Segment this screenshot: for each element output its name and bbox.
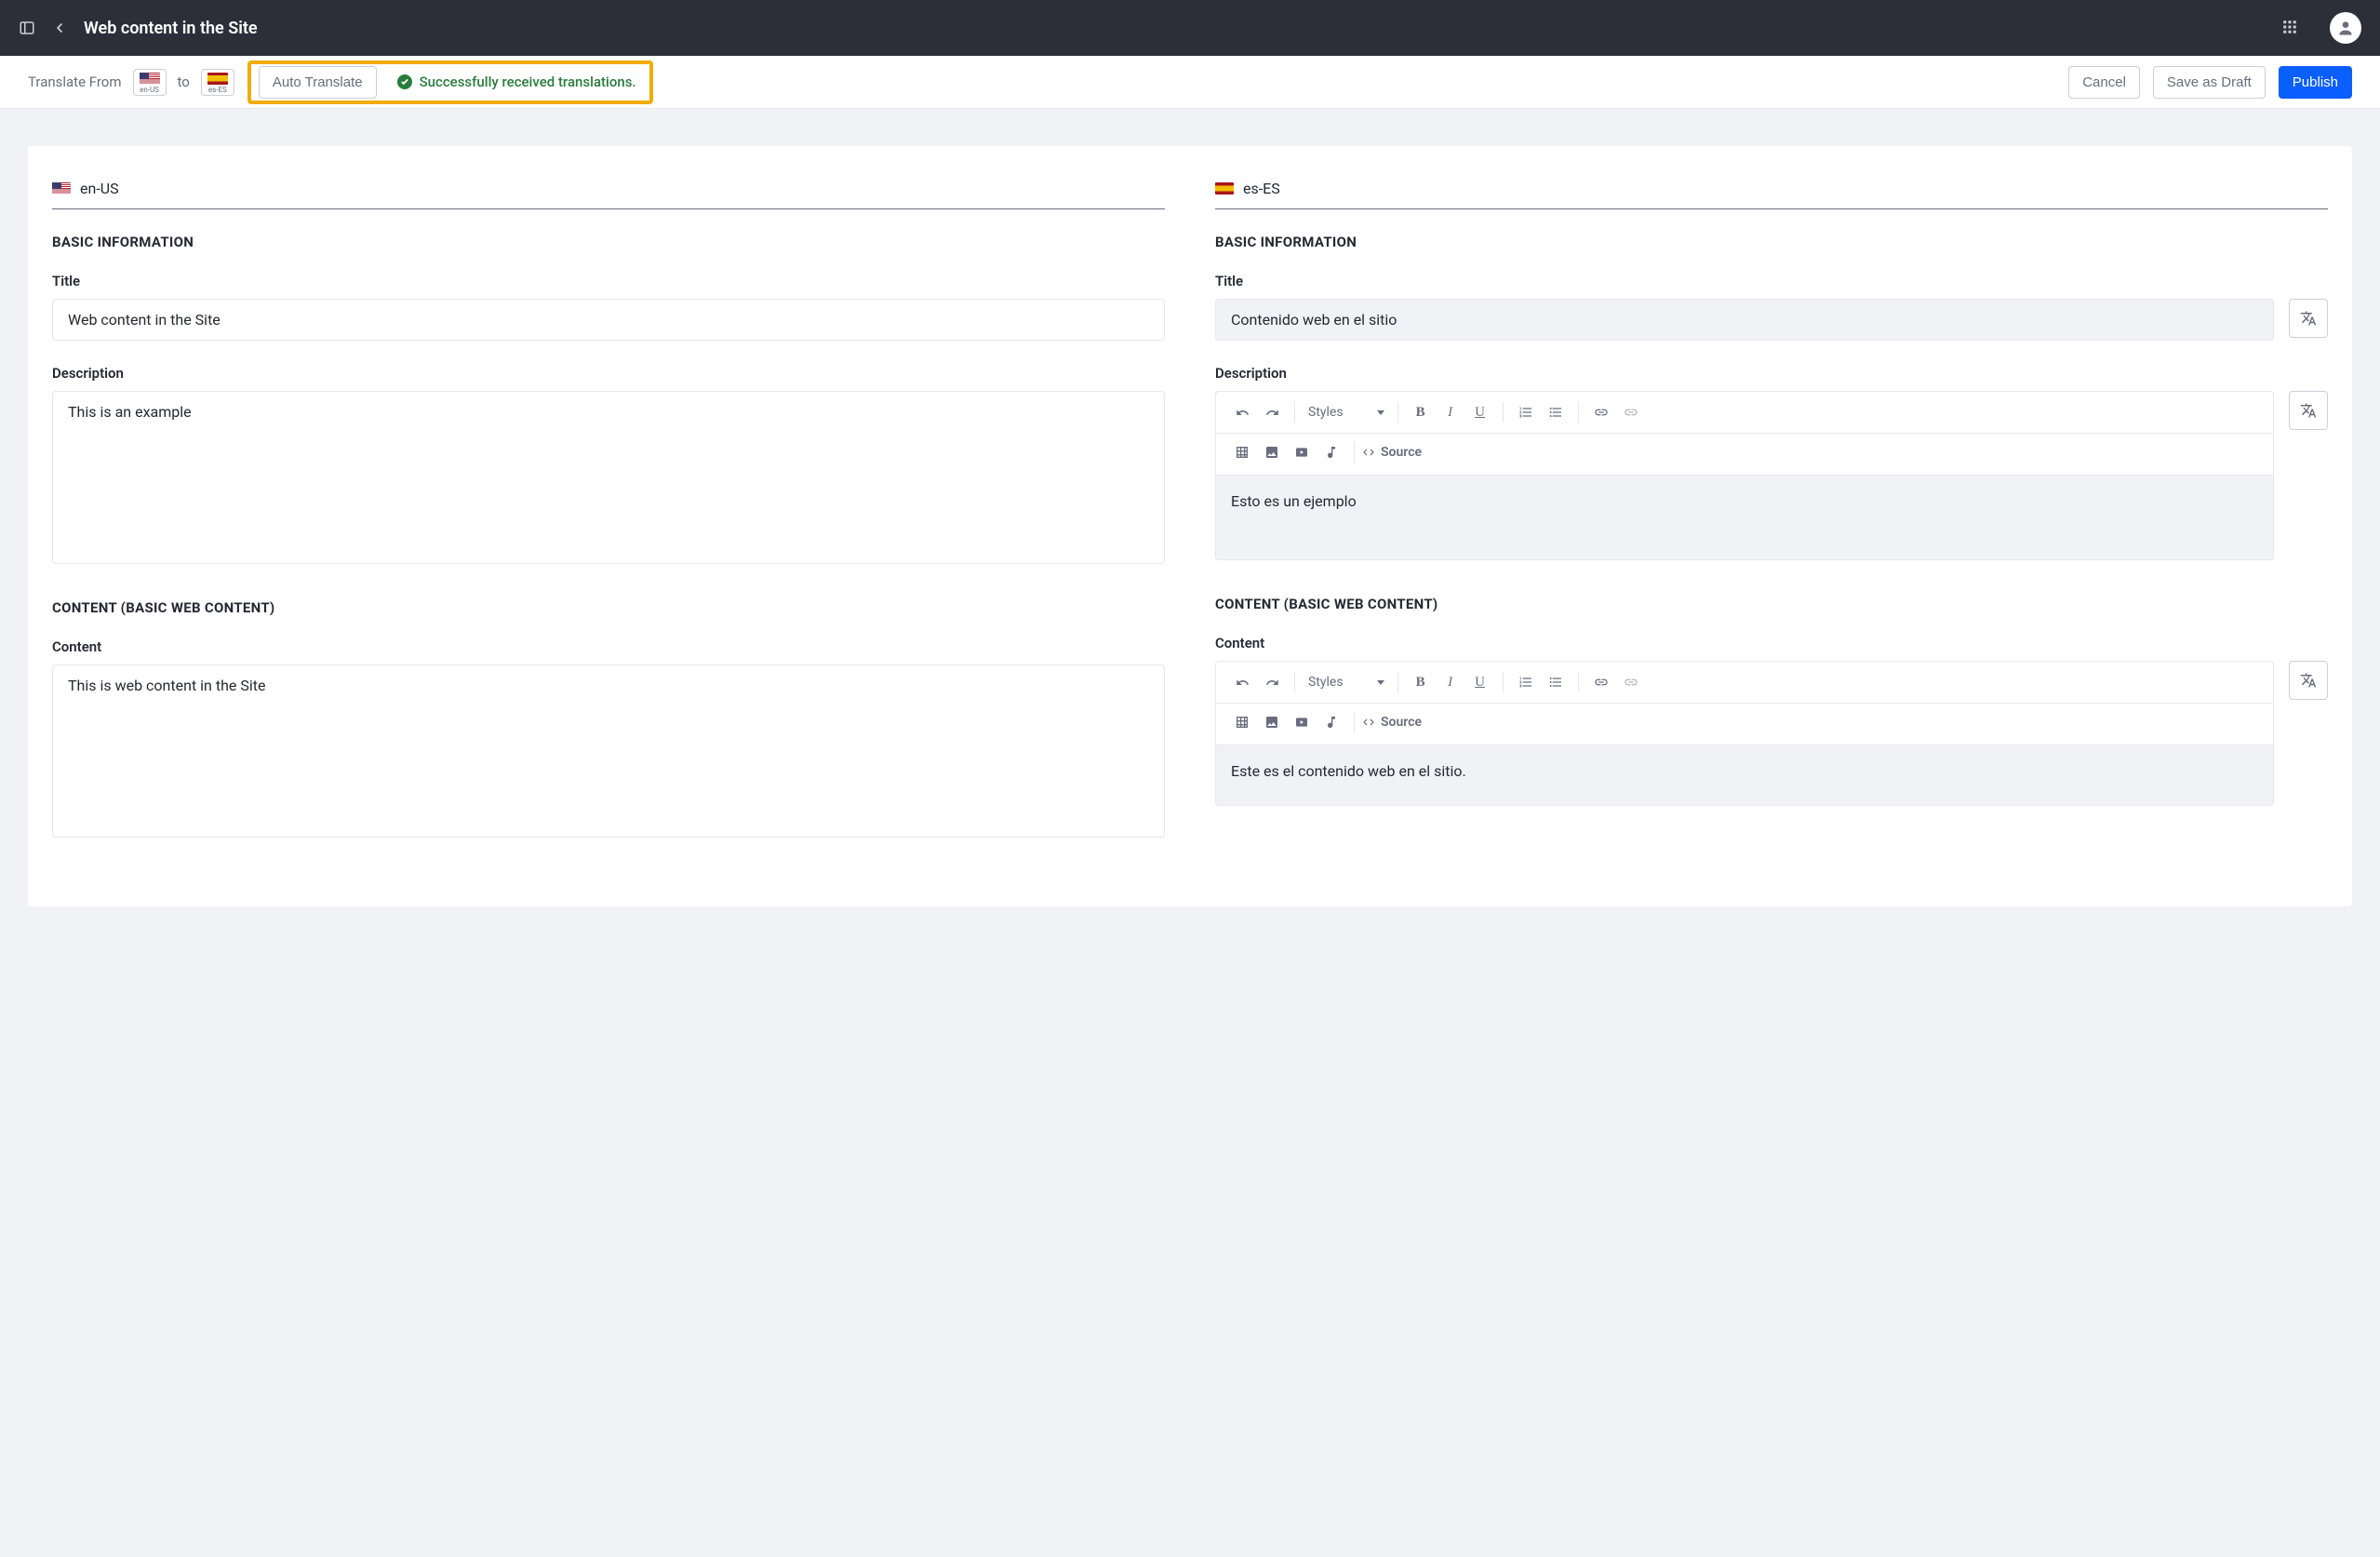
link-icon[interactable] — [1586, 669, 1616, 695]
apps-icon[interactable] — [2281, 19, 2300, 37]
italic-icon[interactable]: I — [1436, 399, 1465, 425]
page-title: Web content in the Site — [84, 19, 258, 38]
title-label: Title — [1215, 273, 2328, 289]
translate-toolbar: Translate From en-US to es-ES Auto Trans… — [0, 56, 2380, 109]
underline-icon[interactable]: U — [1465, 399, 1495, 425]
source-title-value: Web content in the Site — [52, 299, 1165, 341]
source-button[interactable]: Source — [1362, 445, 1422, 460]
title-label: Title — [52, 273, 1165, 289]
unordered-list-icon[interactable] — [1541, 669, 1571, 695]
es-flag-icon — [207, 73, 228, 85]
target-locale-label: es-ES — [1243, 180, 1280, 197]
translation-panel: en-US BASIC INFORMATION Title Web conten… — [28, 146, 2352, 906]
source-button[interactable]: Source — [1362, 715, 1422, 730]
source-locale-label: en-US — [80, 180, 119, 197]
target-content-input[interactable]: Este es el contenido web en el sitio. — [1216, 745, 2273, 805]
auto-translate-highlight: Auto Translate Successfully received tra… — [247, 60, 653, 104]
image-icon[interactable] — [1257, 439, 1287, 465]
user-avatar[interactable] — [2330, 12, 2361, 44]
bold-icon[interactable]: B — [1406, 399, 1436, 425]
description-label: Description — [1215, 365, 2328, 382]
target-description-editor: Styles B I U — [1215, 391, 2274, 560]
content-heading: CONTENT (BASIC WEB CONTENT) — [1215, 596, 2328, 612]
basic-info-heading: BASIC INFORMATION — [52, 234, 1165, 250]
save-draft-button[interactable]: Save as Draft — [2153, 66, 2266, 99]
to-label: to — [178, 74, 190, 90]
underline-icon[interactable]: U — [1465, 669, 1495, 695]
source-description-value: This is an example — [52, 391, 1165, 564]
styles-dropdown[interactable]: Styles — [1303, 405, 1390, 420]
table-icon[interactable] — [1227, 709, 1257, 735]
sidebar-toggle-icon[interactable] — [19, 20, 35, 36]
auto-translate-button[interactable]: Auto Translate — [259, 66, 377, 99]
check-circle-icon — [397, 74, 412, 89]
source-locale-selector[interactable]: en-US — [133, 69, 167, 96]
target-column: es-ES BASIC INFORMATION Title Contenido … — [1215, 180, 2328, 873]
target-description-input[interactable]: Esto es un ejemplo — [1216, 476, 2273, 559]
translate-from-label: Translate From — [28, 74, 122, 90]
undo-icon[interactable] — [1227, 399, 1257, 425]
translate-field-button[interactable] — [2289, 661, 2328, 700]
target-content-editor: Styles B I U — [1215, 661, 2274, 806]
back-icon[interactable] — [52, 20, 67, 35]
video-icon[interactable] — [1287, 709, 1317, 735]
redo-icon[interactable] — [1257, 399, 1287, 425]
bold-icon[interactable]: B — [1406, 669, 1436, 695]
target-locale-selector[interactable]: es-ES — [201, 69, 234, 96]
translate-field-button[interactable] — [2289, 299, 2328, 338]
basic-info-heading: BASIC INFORMATION — [1215, 234, 2328, 250]
source-content-value: This is web content in the Site — [52, 664, 1165, 838]
table-icon[interactable] — [1227, 439, 1257, 465]
video-icon[interactable] — [1287, 439, 1317, 465]
us-flag-icon — [140, 73, 160, 85]
content-heading: CONTENT (BASIC WEB CONTENT) — [52, 599, 1165, 616]
redo-icon[interactable] — [1257, 669, 1287, 695]
styles-dropdown[interactable]: Styles — [1303, 675, 1390, 690]
unlink-icon[interactable] — [1616, 399, 1646, 425]
success-message: Successfully received translations. — [397, 74, 636, 90]
content-label: Content — [1215, 635, 2328, 651]
publish-button[interactable]: Publish — [2279, 66, 2352, 99]
audio-icon[interactable] — [1317, 439, 1346, 465]
link-icon[interactable] — [1586, 399, 1616, 425]
topbar: Web content in the Site — [0, 0, 2380, 56]
italic-icon[interactable]: I — [1436, 669, 1465, 695]
target-title-input[interactable]: Contenido web en el sitio — [1215, 299, 2274, 341]
es-flag-icon — [1215, 182, 1234, 195]
description-label: Description — [52, 365, 1165, 382]
ordered-list-icon[interactable] — [1511, 669, 1541, 695]
unlink-icon[interactable] — [1616, 669, 1646, 695]
undo-icon[interactable] — [1227, 669, 1257, 695]
content-label: Content — [52, 638, 1165, 655]
ordered-list-icon[interactable] — [1511, 399, 1541, 425]
translate-field-button[interactable] — [2289, 391, 2328, 430]
unordered-list-icon[interactable] — [1541, 399, 1571, 425]
image-icon[interactable] — [1257, 709, 1287, 735]
cancel-button[interactable]: Cancel — [2068, 66, 2140, 99]
source-column: en-US BASIC INFORMATION Title Web conten… — [52, 180, 1165, 873]
audio-icon[interactable] — [1317, 709, 1346, 735]
us-flag-icon — [52, 182, 71, 195]
